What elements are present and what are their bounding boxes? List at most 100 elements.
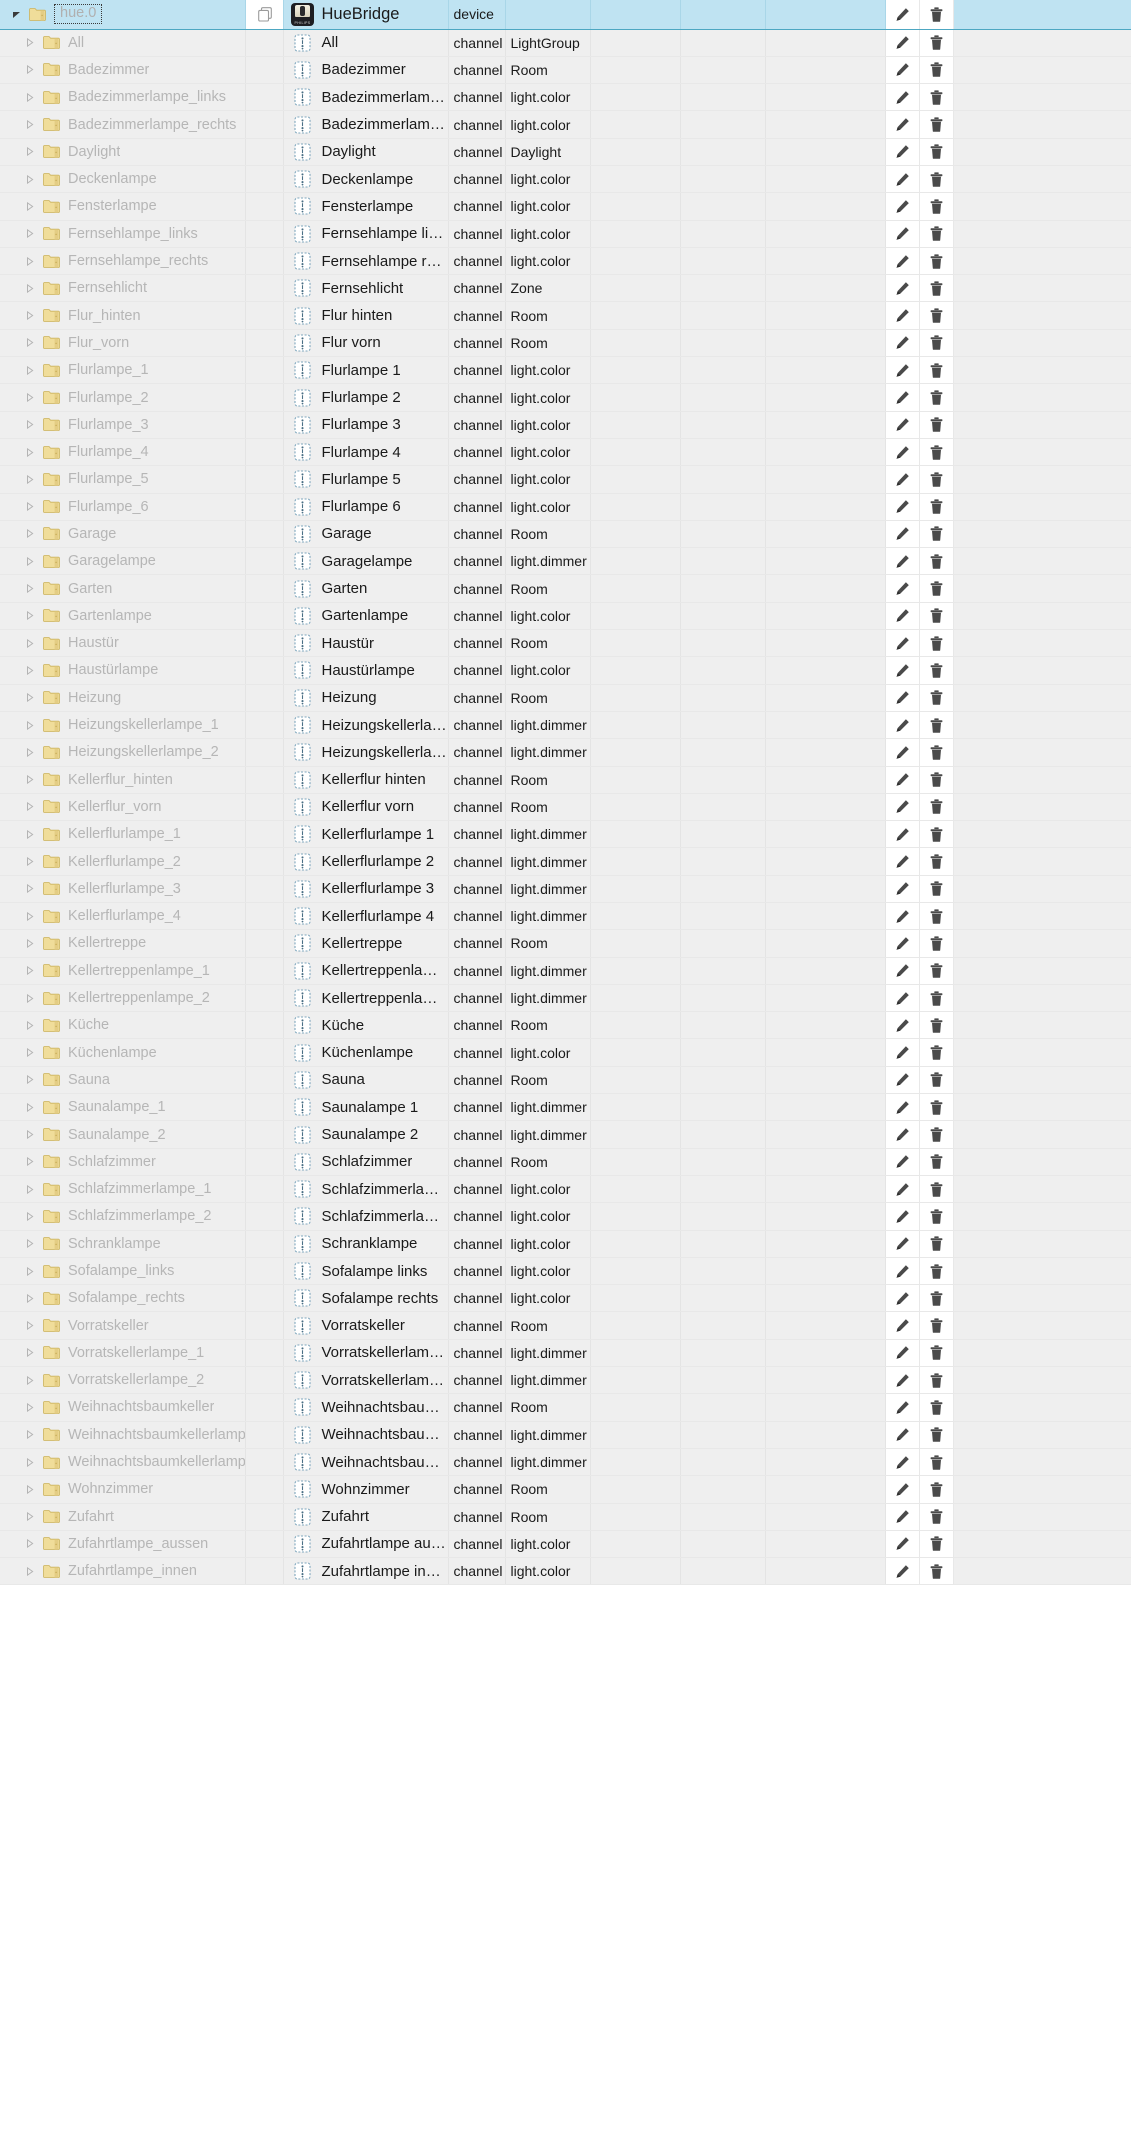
triangle-down-icon[interactable] bbox=[6, 10, 26, 19]
delete-cell[interactable] bbox=[919, 711, 954, 740]
edit-cell[interactable] bbox=[885, 356, 920, 385]
object-row[interactable]: Badezimmer Badezimmer channel Room bbox=[0, 56, 1131, 85]
tree-cell[interactable]: Kellerflurlampe_1 bbox=[0, 820, 246, 849]
edit-cell[interactable] bbox=[885, 875, 920, 904]
delete-cell[interactable] bbox=[919, 684, 954, 712]
trash-icon[interactable] bbox=[920, 521, 953, 547]
tree-cell[interactable]: Fernsehlampe_rechts bbox=[0, 247, 246, 276]
object-id-input[interactable]: hue.0 bbox=[54, 4, 103, 25]
pencil-icon[interactable] bbox=[886, 603, 919, 629]
triangle-right-icon[interactable] bbox=[20, 993, 40, 1003]
tree-cell[interactable]: Gartenlampe bbox=[0, 602, 246, 631]
name-cell[interactable]: Schlafzimmerlampe … bbox=[283, 1202, 449, 1231]
triangle-right-icon[interactable] bbox=[20, 65, 40, 75]
tree-cell[interactable]: Haustür bbox=[0, 629, 246, 658]
object-row[interactable]: Kellerflur_hinten Kellerflur hinten chan… bbox=[0, 766, 1131, 794]
pencil-icon[interactable] bbox=[886, 657, 919, 683]
trash-icon[interactable] bbox=[920, 876, 953, 902]
delete-cell[interactable] bbox=[919, 274, 954, 303]
edit-cell[interactable] bbox=[885, 520, 920, 549]
edit-cell[interactable] bbox=[885, 684, 920, 712]
trash-icon[interactable] bbox=[920, 1012, 953, 1038]
trash-icon[interactable] bbox=[920, 1122, 953, 1148]
triangle-right-icon[interactable] bbox=[20, 665, 40, 675]
delete-cell[interactable] bbox=[919, 56, 954, 85]
object-row[interactable]: All All channel LightGroup bbox=[0, 29, 1131, 57]
edit-cell[interactable] bbox=[885, 711, 920, 740]
edit-cell[interactable] bbox=[885, 1148, 920, 1176]
delete-cell[interactable] bbox=[919, 301, 954, 330]
object-row[interactable]: Fensterlampe Fensterlampe channel light.… bbox=[0, 192, 1131, 221]
triangle-right-icon[interactable] bbox=[20, 1020, 40, 1030]
tree-cell[interactable]: Fensterlampe bbox=[0, 192, 246, 221]
trash-icon[interactable] bbox=[920, 985, 953, 1011]
object-row[interactable]: Zufahrtlampe_aussen Zufahrtlampe aussen … bbox=[0, 1530, 1131, 1559]
object-row[interactable]: Haustür Haustür channel Room bbox=[0, 629, 1131, 658]
tree-cell[interactable]: Schlafzimmerlampe_2 bbox=[0, 1202, 246, 1231]
object-row[interactable]: Kellerflurlampe_2 Kellerflurlampe 2 chan… bbox=[0, 847, 1131, 876]
triangle-right-icon[interactable] bbox=[20, 1239, 40, 1249]
name-cell[interactable]: Haustürlampe bbox=[283, 656, 449, 685]
delete-cell[interactable] bbox=[919, 247, 954, 276]
triangle-right-icon[interactable] bbox=[20, 829, 40, 839]
triangle-right-icon[interactable] bbox=[20, 775, 40, 785]
delete-cell[interactable] bbox=[919, 165, 954, 194]
object-row[interactable]: Vorratskeller Vorratskeller channel Room bbox=[0, 1311, 1131, 1340]
tree-cell[interactable]: Kellerflurlampe_3 bbox=[0, 875, 246, 904]
delete-cell[interactable] bbox=[919, 1230, 954, 1258]
object-row[interactable]: Fernsehlampe_rechts Fernsehlampe rechts … bbox=[0, 247, 1131, 276]
edit-cell[interactable] bbox=[885, 274, 920, 303]
pencil-icon[interactable] bbox=[886, 1203, 919, 1229]
name-cell[interactable]: Kellerflurlampe 3 bbox=[283, 875, 449, 904]
triangle-right-icon[interactable] bbox=[20, 1484, 40, 1494]
delete-cell[interactable] bbox=[919, 192, 954, 221]
pencil-icon[interactable] bbox=[886, 1149, 919, 1175]
object-row[interactable]: Daylight Daylight channel Daylight bbox=[0, 138, 1131, 166]
name-cell[interactable]: Vorratskellerlampe 1 bbox=[283, 1339, 449, 1368]
delete-cell[interactable] bbox=[919, 875, 954, 904]
name-cell[interactable]: Haustür bbox=[283, 629, 449, 658]
object-row[interactable]: Küchenlampe Küchenlampe channel light.co… bbox=[0, 1038, 1131, 1067]
tree-cell[interactable]: Heizungskellerlampe_1 bbox=[0, 711, 246, 740]
name-cell[interactable]: Weihnachtsbaumkell… bbox=[283, 1448, 449, 1477]
tree-cell[interactable]: Garten bbox=[0, 574, 246, 603]
triangle-right-icon[interactable] bbox=[20, 747, 40, 757]
pencil-icon[interactable] bbox=[886, 1449, 919, 1475]
edit-cell[interactable] bbox=[885, 220, 920, 248]
name-cell[interactable]: Garagelampe bbox=[283, 547, 449, 576]
delete-cell[interactable] bbox=[919, 1011, 954, 1040]
triangle-right-icon[interactable] bbox=[20, 1130, 40, 1140]
name-cell[interactable]: Fernsehlampe rechts bbox=[283, 247, 449, 276]
name-cell[interactable]: Zufahrt bbox=[283, 1503, 449, 1531]
pencil-icon[interactable] bbox=[886, 876, 919, 902]
trash-icon[interactable] bbox=[920, 412, 953, 438]
edit-cell[interactable] bbox=[885, 1366, 920, 1395]
edit-cell[interactable] bbox=[885, 547, 920, 576]
triangle-right-icon[interactable] bbox=[20, 1293, 40, 1303]
tree-cell[interactable]: Haustürlampe bbox=[0, 656, 246, 685]
object-row[interactable]: Garage Garage channel Room bbox=[0, 520, 1131, 549]
pencil-icon[interactable] bbox=[886, 548, 919, 574]
pencil-icon[interactable] bbox=[886, 1313, 919, 1339]
triangle-right-icon[interactable] bbox=[20, 1402, 40, 1412]
trash-icon[interactable] bbox=[920, 1149, 953, 1175]
triangle-right-icon[interactable] bbox=[20, 420, 40, 430]
trash-icon[interactable] bbox=[920, 357, 953, 383]
object-row[interactable]: Haustürlampe Haustürlampe channel light.… bbox=[0, 656, 1131, 685]
edit-cell[interactable] bbox=[885, 793, 920, 822]
trash-icon[interactable] bbox=[920, 1340, 953, 1366]
delete-cell[interactable] bbox=[919, 520, 954, 549]
object-row[interactable]: Flurlampe_3 Flurlampe 3 channel light.co… bbox=[0, 411, 1131, 439]
edit-cell[interactable] bbox=[885, 929, 920, 958]
name-cell[interactable]: Vorratskellerlampe 2 bbox=[283, 1366, 449, 1395]
delete-cell[interactable] bbox=[919, 902, 954, 931]
delete-cell[interactable] bbox=[919, 738, 954, 767]
pencil-icon[interactable] bbox=[886, 685, 919, 711]
tree-cell[interactable]: Heizung bbox=[0, 684, 246, 712]
delete-cell[interactable] bbox=[919, 465, 954, 494]
tree-cell[interactable]: Garagelampe bbox=[0, 547, 246, 576]
delete-cell[interactable] bbox=[919, 1202, 954, 1231]
triangle-right-icon[interactable] bbox=[20, 1512, 40, 1522]
name-cell[interactable]: Heizung bbox=[283, 684, 449, 712]
delete-cell[interactable] bbox=[919, 438, 954, 467]
